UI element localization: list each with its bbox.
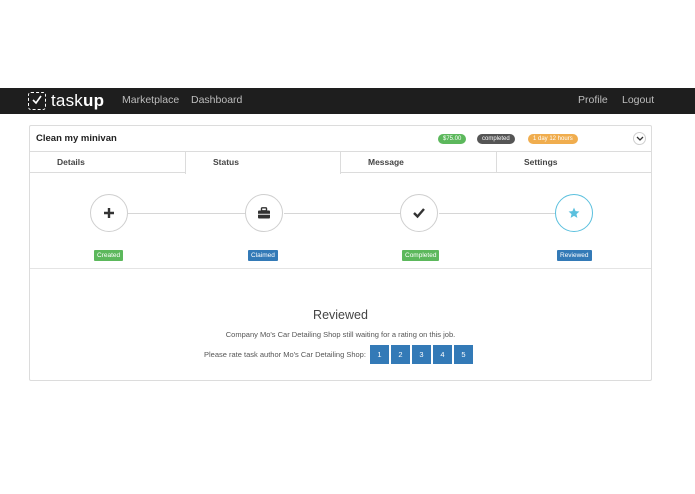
star-icon xyxy=(568,207,580,218)
check-icon xyxy=(413,208,425,219)
checkbox-logo-icon xyxy=(28,92,46,110)
price-badge: $75.00 xyxy=(438,134,467,144)
step-claimed-circle xyxy=(245,194,283,232)
step-claimed-label: Claimed xyxy=(248,250,278,261)
rate-prompt: Please rate task author Mo's Car Detaili… xyxy=(204,350,366,359)
task-tabs: Details Status Message Settings xyxy=(30,152,651,174)
tab-message-label: Message xyxy=(368,157,404,167)
tab-settings[interactable]: Settings xyxy=(497,152,651,173)
step-reviewed-label: Reviewed xyxy=(557,250,592,261)
review-heading: Reviewed xyxy=(313,308,368,322)
brand-logo[interactable]: taskup xyxy=(28,91,104,111)
tab-details[interactable]: Details xyxy=(30,152,185,173)
tab-details-label: Details xyxy=(57,157,85,167)
rating-button-3[interactable]: 3 xyxy=(411,345,431,364)
step-created-label: Created xyxy=(94,250,124,261)
collapse-button[interactable] xyxy=(633,132,646,145)
rating-button-5[interactable]: 5 xyxy=(453,345,473,364)
review-waiting-message: Company Mo's Car Detailing Shop still wa… xyxy=(225,330,456,339)
chevron-down-icon xyxy=(636,136,644,141)
rating-row: Please rate task author Mo's Car Detaili… xyxy=(204,345,473,364)
step-connector xyxy=(128,213,246,214)
rating-button-2[interactable]: 2 xyxy=(390,345,410,364)
rating-button-1[interactable]: 1 xyxy=(369,345,389,364)
step-completed-circle xyxy=(400,194,438,232)
tab-message[interactable]: Message xyxy=(341,152,497,173)
task-title: Clean my minivan xyxy=(36,133,117,144)
briefcase-icon xyxy=(258,207,270,219)
status-progress: Created Claimed Completed Reviewed xyxy=(30,174,651,269)
nav-dashboard-link[interactable]: Dashboard xyxy=(191,94,242,106)
status-badge: completed xyxy=(477,134,515,144)
tab-settings-label: Settings xyxy=(524,157,558,167)
nav-marketplace-link[interactable]: Marketplace xyxy=(122,94,179,106)
step-connector xyxy=(439,213,556,214)
step-completed-label: Completed xyxy=(402,250,440,261)
task-panel: Clean my minivan $75.00 completed 1 day … xyxy=(29,125,652,381)
brand-name: taskup xyxy=(51,91,105,110)
nav-logout-link[interactable]: Logout xyxy=(622,94,654,106)
top-navbar: taskup Marketplace Dashboard Profile Log… xyxy=(0,88,695,114)
duration-badge: 1 day 12 hours xyxy=(528,134,578,144)
tab-status-label: Status xyxy=(213,157,239,167)
step-created-circle xyxy=(90,194,128,232)
step-connector xyxy=(284,213,401,214)
task-header: Clean my minivan $75.00 completed 1 day … xyxy=(30,126,651,152)
tab-status[interactable]: Status xyxy=(185,152,341,174)
nav-profile-link[interactable]: Profile xyxy=(578,94,608,106)
rating-button-4[interactable]: 4 xyxy=(432,345,452,364)
plus-icon xyxy=(104,208,114,218)
step-reviewed-circle xyxy=(555,194,593,232)
